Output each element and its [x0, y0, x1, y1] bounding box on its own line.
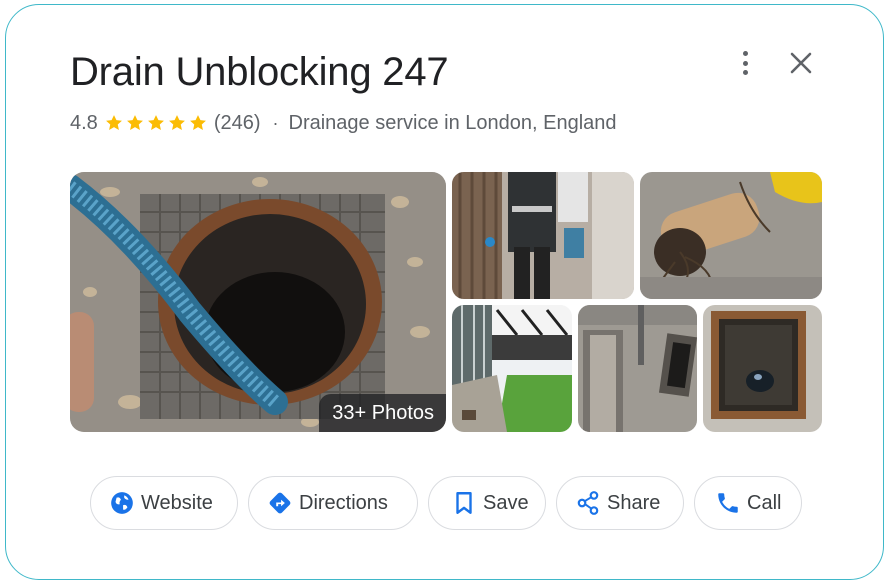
- save-label: Save: [483, 491, 529, 514]
- photo-worker-with-bucket[interactable]: [452, 172, 634, 299]
- photo-pipe-with-roots[interactable]: [640, 172, 822, 299]
- star-icon: [189, 115, 206, 130]
- photo-count-badge[interactable]: 33+ Photos: [319, 394, 446, 432]
- photo-inspection-chamber[interactable]: [703, 305, 822, 432]
- more-options-button[interactable]: [733, 49, 757, 77]
- website-label: Website: [141, 491, 213, 514]
- directions-button[interactable]: Directions: [248, 476, 418, 530]
- directions-label: Directions: [299, 491, 388, 514]
- globe-icon: [111, 492, 133, 514]
- star-icon: [105, 115, 122, 130]
- rating-row: 4.8 (246) · Drainage service in London, …: [70, 110, 617, 136]
- call-button[interactable]: Call: [694, 476, 802, 530]
- share-button[interactable]: Share: [556, 476, 684, 530]
- call-label: Call: [747, 491, 782, 514]
- more-vert-icon: [742, 51, 748, 56]
- review-count[interactable]: (246): [214, 112, 261, 135]
- separator-dot: ·: [272, 112, 279, 133]
- rating-value: 4.8: [70, 111, 98, 134]
- share-icon: [577, 491, 599, 515]
- business-category: Drainage service in London, England: [288, 111, 617, 134]
- close-icon[interactable]: [788, 50, 814, 76]
- star-rating: [104, 113, 208, 133]
- star-icon: [147, 115, 164, 130]
- phone-icon: [718, 493, 738, 513]
- photo-drain-channel[interactable]: [578, 305, 697, 432]
- business-name: Drain Unblocking 247: [70, 50, 449, 94]
- bookmark-icon: [456, 492, 472, 514]
- directions-icon: [269, 492, 291, 514]
- save-button[interactable]: Save: [428, 476, 546, 530]
- website-button[interactable]: Website: [90, 476, 238, 530]
- photo-main-manhole-hose[interactable]: 33+ Photos: [70, 172, 446, 432]
- photo-garden-house[interactable]: [452, 305, 572, 432]
- star-icon: [126, 115, 143, 130]
- share-label: Share: [607, 491, 661, 514]
- star-icon: [168, 115, 185, 130]
- photo-gallery: 33+ Photos: [70, 172, 822, 432]
